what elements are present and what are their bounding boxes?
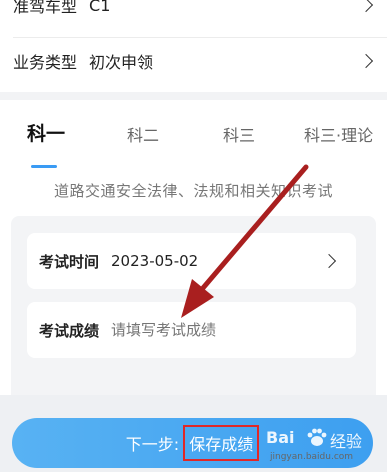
- watermark-url: jingyan.baidu.com: [270, 452, 354, 462]
- watermark-jingyan: 经验: [330, 432, 363, 451]
- save-score-label: 保存成绩: [183, 425, 260, 461]
- subject-tabs: 科一 科二 科三 科三·理论: [0, 116, 387, 168]
- tab-subject-3-theory[interactable]: 科三·理论: [304, 122, 373, 146]
- license-type-label: 准驾车型: [13, 0, 78, 16]
- business-type-label: 业务类型: [13, 53, 78, 72]
- next-step-label: 下一步:: [125, 435, 180, 454]
- license-type-value: C1: [89, 0, 111, 15]
- business-type-row[interactable]: 业务类型 初次申领: [13, 38, 374, 84]
- baidu-jingyan-watermark: Bai 经验 jingyan.baidu.com: [264, 424, 384, 470]
- exam-card: 科一 科二 科三 科三·理论 道路交通安全法律、法规和相关知识考试 考试时间 2…: [0, 100, 387, 471]
- tab-subject-1[interactable]: 科一: [27, 119, 65, 146]
- chevron-right-icon: [358, 53, 374, 69]
- tab-subject-2[interactable]: 科二: [127, 122, 159, 146]
- tab-subject-3[interactable]: 科三: [223, 122, 255, 146]
- exam-time-row[interactable]: 考试时间 2023-05-02: [27, 233, 356, 289]
- vehicle-info-card: 准驾车型 C1 业务类型 初次申领: [0, 0, 387, 92]
- license-type-row[interactable]: 准驾车型 C1: [13, 0, 374, 28]
- watermark-logo: Bai: [266, 428, 295, 447]
- chevron-right-icon: [321, 253, 337, 269]
- exam-time-label: 考试时间: [39, 252, 100, 271]
- exam-score-input[interactable]: [111, 321, 272, 339]
- chevron-right-icon: [358, 0, 374, 13]
- exam-score-row[interactable]: 考试成绩: [27, 302, 356, 358]
- business-type-value: 初次申领: [89, 53, 154, 72]
- exam-time-value: 2023-05-02: [111, 252, 199, 270]
- active-tab-indicator: [31, 165, 57, 168]
- subject-description: 道路交通安全法律、法规和相关知识考试: [53, 182, 333, 200]
- paw-icon: [307, 428, 327, 446]
- exam-score-label: 考试成绩: [39, 321, 100, 340]
